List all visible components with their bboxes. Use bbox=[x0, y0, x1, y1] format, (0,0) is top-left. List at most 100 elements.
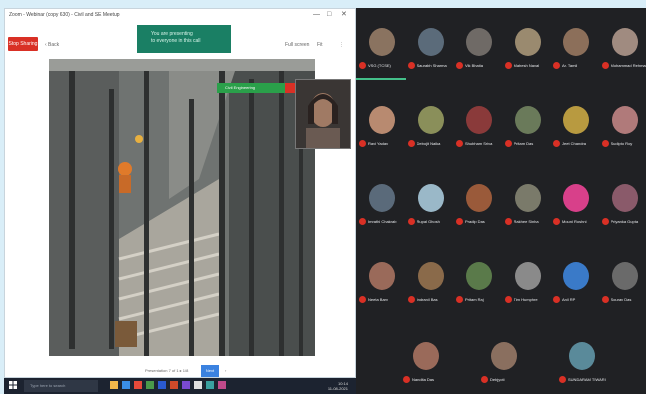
participant-tile[interactable]: Sudipto Roy bbox=[599, 92, 646, 156]
mic-muted-icon bbox=[407, 62, 415, 69]
mic-muted-icon bbox=[601, 296, 609, 303]
avatar bbox=[413, 342, 439, 370]
minimize-button[interactable]: — bbox=[313, 11, 320, 19]
avatar bbox=[563, 262, 589, 290]
participant-name: Nandita Das bbox=[412, 377, 435, 382]
share-toolbar: Stop Sharing ‹ Back You are presenting t… bbox=[5, 21, 355, 55]
participant-tile[interactable]: Rakhee Sinha bbox=[502, 170, 556, 234]
word-icon[interactable] bbox=[158, 381, 166, 389]
participant-tile[interactable]: Ravi Yadav bbox=[356, 92, 410, 156]
participant-tile[interactable]: Jeet Chandra bbox=[550, 92, 604, 156]
construction-site-photo bbox=[49, 59, 315, 356]
participant-tile[interactable]: Priyanka Gupta bbox=[599, 170, 646, 234]
participant-tile[interactable]: Saurabh Sharma bbox=[405, 14, 459, 78]
mic-muted-icon bbox=[553, 62, 560, 69]
staircase-formwork-image bbox=[49, 59, 315, 356]
speaking-indicator bbox=[356, 78, 406, 80]
participant-name: Sourav Das bbox=[610, 297, 632, 302]
participant-tile[interactable]: SUNDARAM TIWARI bbox=[556, 328, 610, 392]
participant-tile[interactable]: Pritam Raj bbox=[453, 248, 507, 312]
maximize-button[interactable]: □ bbox=[327, 11, 331, 19]
participant-tile[interactable]: Shubham Sriva bbox=[453, 92, 507, 156]
participant-tile[interactable]: Debojit Naika bbox=[405, 92, 459, 156]
stop-sharing-button[interactable]: Stop Sharing bbox=[8, 37, 38, 51]
avatar bbox=[417, 106, 444, 134]
back-link[interactable]: ‹ Back bbox=[45, 42, 59, 48]
participant-tile[interactable]: Indranil Bas bbox=[405, 248, 459, 312]
participant-tile[interactable]: Pritam Das bbox=[502, 92, 556, 156]
teams-icon[interactable] bbox=[182, 381, 190, 389]
avatar bbox=[369, 184, 395, 212]
participant-tile[interactable]: Pradip Das bbox=[453, 170, 507, 234]
mic-muted-icon bbox=[359, 140, 366, 147]
participant-grid: VSG (TCSE) Saurabh Sharma Vik Bhatia Mahesh… bbox=[356, 8, 646, 394]
avatar bbox=[466, 262, 492, 290]
mic-muted-icon bbox=[601, 218, 609, 225]
chrome-icon[interactable] bbox=[134, 381, 142, 389]
mic-muted-icon bbox=[601, 140, 609, 147]
mic-muted-icon bbox=[504, 218, 512, 225]
fit-button[interactable]: Fit bbox=[317, 42, 323, 48]
avatar bbox=[369, 262, 395, 290]
presenting-notice: You are presenting to everyone in this c… bbox=[137, 25, 231, 53]
participant-tile[interactable]: VSG (TCSE) bbox=[356, 14, 410, 80]
mic-muted-icon bbox=[403, 376, 410, 383]
participant-tile[interactable]: Mahesh Naval bbox=[502, 14, 556, 78]
next-page-button[interactable]: Next bbox=[201, 365, 219, 377]
pagination-text: Presentation 7 of 1 ▸ 1/8 bbox=[145, 368, 189, 373]
mic-muted-icon bbox=[359, 218, 366, 225]
clock-date: 11-08-2021 bbox=[327, 386, 348, 391]
participant-tile[interactable]: Ar. Tamil bbox=[550, 14, 604, 78]
edge-icon[interactable] bbox=[122, 381, 130, 389]
windows-taskbar: Type here to search 10:14 11-08-2021 bbox=[4, 378, 356, 394]
fullscreen-button[interactable]: Full screen bbox=[285, 42, 309, 48]
participant-name: Sudipto Roy bbox=[610, 141, 633, 146]
excel-icon[interactable] bbox=[146, 381, 154, 389]
avatar bbox=[417, 28, 444, 56]
powerpoint-icon[interactable] bbox=[170, 381, 178, 389]
title-bar: Zoom - Webinar (copy 630) - Civil and SE… bbox=[5, 9, 355, 21]
participant-tile[interactable]: Sourav Das bbox=[599, 248, 646, 312]
participant-tile[interactable]: Mouni Roshni bbox=[550, 170, 604, 234]
close-button[interactable]: ✕ bbox=[341, 11, 347, 19]
next-page-chevron[interactable]: › bbox=[225, 368, 226, 373]
mic-muted-icon bbox=[407, 296, 415, 303]
media-icon[interactable] bbox=[218, 381, 226, 389]
avatar bbox=[369, 106, 395, 134]
presentation-window: Zoom - Webinar (copy 630) - Civil and SE… bbox=[4, 8, 356, 378]
mic-muted-icon bbox=[456, 296, 463, 303]
mic-muted-icon bbox=[359, 62, 366, 69]
presenter-strip-label: Civil Engineering bbox=[225, 85, 256, 90]
participant-tile[interactable]: Nandita Das bbox=[400, 328, 454, 392]
participant-tile[interactable]: Debjyoti bbox=[478, 328, 532, 392]
avatar bbox=[514, 28, 541, 56]
avatar bbox=[563, 106, 589, 134]
zoom-icon[interactable] bbox=[206, 381, 214, 389]
windows-start-icon[interactable] bbox=[9, 381, 17, 389]
participant-tile[interactable]: Vik Bhatia bbox=[453, 14, 507, 78]
mic-muted-icon bbox=[456, 218, 463, 225]
participant-tile[interactable]: Tim Humphre bbox=[502, 248, 556, 312]
mic-muted-icon bbox=[504, 140, 512, 147]
avatar bbox=[417, 262, 444, 290]
avatar bbox=[569, 342, 595, 370]
file-explorer-icon[interactable] bbox=[110, 381, 118, 389]
avatar bbox=[611, 262, 638, 290]
mic-muted-icon bbox=[481, 376, 488, 383]
more-options-icon[interactable]: ⋮ bbox=[339, 42, 344, 48]
taskbar-search-input[interactable]: Type here to search bbox=[24, 380, 98, 392]
avatar bbox=[466, 184, 492, 212]
presenter-avatar bbox=[296, 80, 350, 148]
avatar bbox=[611, 106, 638, 134]
participant-tile[interactable]: Neeta Barv bbox=[356, 248, 410, 312]
participant-name: Mohammad Rehman bbox=[610, 63, 646, 68]
participant-tile[interactable]: Imrathi Chakrab bbox=[356, 170, 410, 234]
notes-icon[interactable] bbox=[194, 381, 202, 389]
mic-muted-icon bbox=[553, 218, 560, 225]
mic-muted-icon bbox=[359, 296, 366, 303]
participant-tile[interactable]: Anil RP bbox=[550, 248, 604, 312]
mic-muted-icon bbox=[601, 62, 609, 69]
participant-tile[interactable]: Mohammad Rehman bbox=[599, 14, 646, 78]
participant-tile[interactable]: Rupal Ghosh bbox=[405, 170, 459, 234]
presenter-strip: Civil Engineering bbox=[217, 83, 301, 93]
